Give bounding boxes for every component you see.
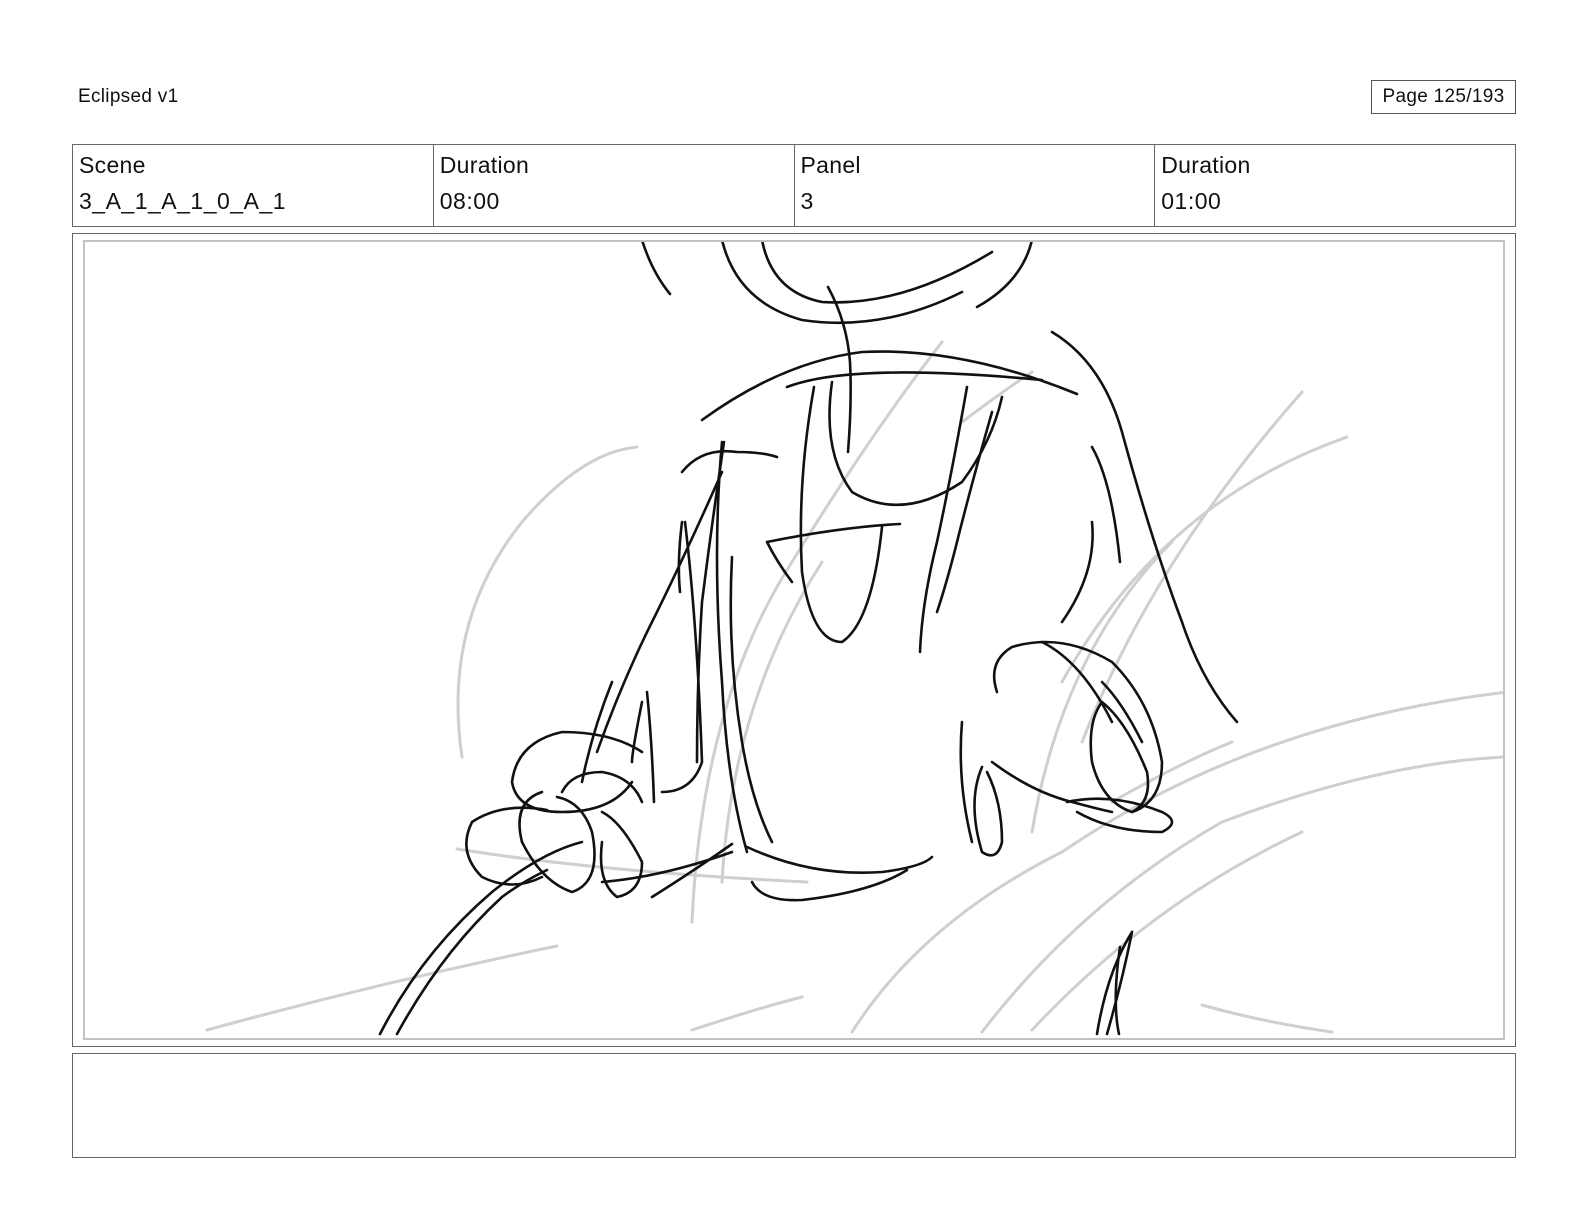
belt-stroke — [745, 845, 934, 874]
storyboard-sketch — [205, 242, 1503, 1036]
scene-duration-cell: Duration 08:00 — [434, 145, 795, 226]
panel-value: 3 — [800, 188, 814, 214]
scene-duration-label: Duration — [439, 152, 530, 178]
page-indicator: Page 125/193 — [1371, 80, 1516, 114]
panel-notes-box[interactable] — [72, 1053, 1516, 1158]
staff-stroke — [378, 840, 584, 1036]
panel-label: Panel — [800, 152, 861, 178]
scene-value: 3_A_1_A_1_0_A_1 — [79, 188, 287, 214]
hand-stroke — [1089, 700, 1150, 814]
hood-stroke — [975, 242, 1033, 309]
panel-cell: Panel 3 — [795, 145, 1156, 226]
hood-stroke — [721, 242, 964, 325]
scene-duration-value: 08:00 — [439, 188, 500, 214]
storyboard-panel-canvas — [83, 240, 1505, 1040]
scene-label: Scene — [79, 152, 146, 178]
panel-duration-label: Duration — [1161, 152, 1251, 178]
hand-stroke — [510, 730, 644, 814]
shoulder-stroke — [700, 350, 1079, 422]
rough-sketch-lines — [205, 340, 1503, 1034]
panel-info-bar: Scene 3_A_1_A_1_0_A_1 Duration 08:00 Pan… — [72, 144, 1516, 227]
hood-stroke — [641, 242, 672, 296]
foreground-stroke — [1095, 930, 1134, 1036]
hand-stroke — [599, 810, 644, 899]
project-title: Eclipsed v1 — [78, 86, 179, 107]
scene-cell: Scene 3_A_1_A_1_0_A_1 — [73, 145, 434, 226]
character-sketch — [378, 242, 1239, 1036]
panel-duration-cell: Duration 01:00 — [1155, 145, 1515, 226]
panel-duration-value: 01:00 — [1161, 188, 1222, 214]
